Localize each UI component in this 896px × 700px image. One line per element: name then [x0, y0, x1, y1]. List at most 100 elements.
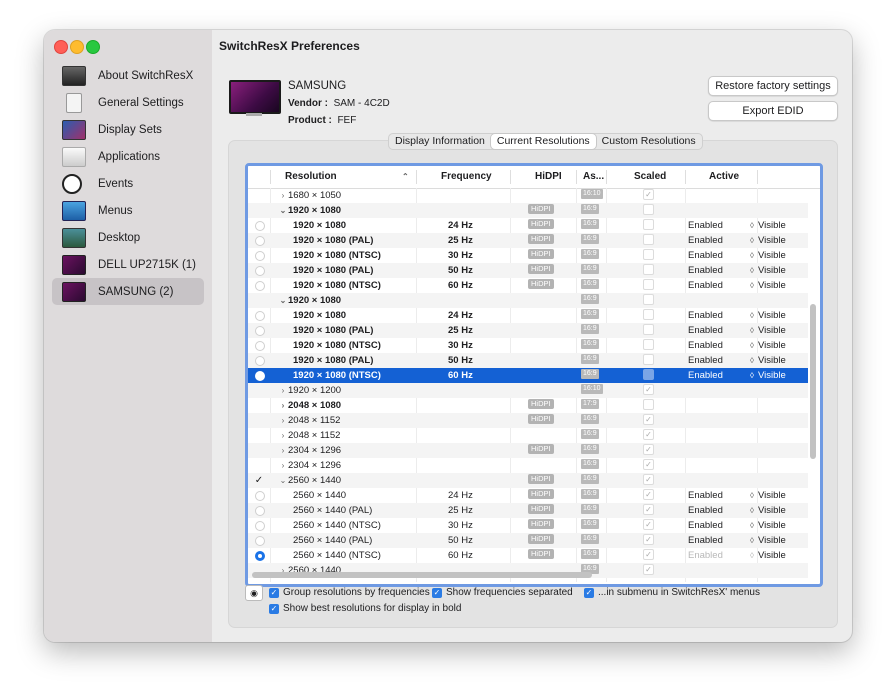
visibility-popup[interactable]: Visible	[758, 263, 786, 278]
vertical-scrollbar[interactable]	[810, 304, 816, 459]
visibility-popup[interactable]: Visible	[758, 518, 786, 533]
table-row[interactable]: › 2048 × 1152 16:9 ✓	[248, 428, 808, 443]
popup-arrows-icon[interactable]: ◊	[750, 248, 754, 263]
disclosure-triangle-icon[interactable]: ›	[278, 443, 288, 458]
checkbox-checked-icon[interactable]: ✓	[269, 587, 279, 598]
header-resolution[interactable]: Resolution	[285, 166, 337, 188]
eye-icon[interactable]: ◉	[245, 585, 263, 601]
active-popup[interactable]: Enabled	[688, 353, 756, 368]
header-hidpi[interactable]: HiDPI	[535, 166, 562, 188]
active-popup[interactable]: Enabled	[688, 503, 756, 518]
scaled-checkbox[interactable]	[643, 278, 654, 293]
zoom-window-button[interactable]	[86, 40, 100, 54]
table-row[interactable]: 1920 × 1080 (NTSC) 60 Hz 16:9 Enabled ◊ Visib…	[248, 368, 808, 383]
popup-arrows-icon[interactable]: ◊	[750, 368, 754, 383]
disclosure-triangle-icon[interactable]: ›	[278, 188, 288, 203]
popup-arrows-icon[interactable]: ◊	[750, 278, 754, 293]
active-popup[interactable]: Enabled	[688, 263, 756, 278]
active-popup[interactable]: Enabled	[688, 218, 756, 233]
scaled-checkbox[interactable]	[643, 218, 654, 233]
resolution-group-cell[interactable]: › 1920 × 1200	[278, 383, 423, 398]
active-popup[interactable]: Enabled	[688, 548, 756, 563]
close-window-button[interactable]	[54, 40, 68, 54]
table-row[interactable]: 2560 × 1440 24 Hz HiDPI 16:9 ✓ Enabled ◊ Visibl…	[248, 488, 808, 503]
scaled-checkbox[interactable]: ✓	[643, 428, 654, 443]
visibility-popup[interactable]: Visible	[758, 248, 786, 263]
table-row[interactable]: › 1680 × 1050 16:10 ✓	[248, 188, 808, 203]
table-row[interactable]: 1920 × 1080 (NTSC) 60 Hz HiDPI 16:9 Enabled ◊…	[248, 278, 808, 293]
checkbox-checked-icon[interactable]: ✓	[584, 587, 594, 598]
radio-button[interactable]	[255, 266, 265, 276]
scaled-checkbox[interactable]	[643, 263, 654, 278]
radio-button[interactable]	[255, 311, 265, 321]
resolution-group-cell[interactable]: › 2048 × 1152	[278, 428, 423, 443]
radio-button[interactable]	[255, 341, 265, 351]
resolutions-table[interactable]: Resolution ⌃ Frequency HiDPI As... Scale…	[245, 163, 823, 587]
table-row[interactable]: › 2048 × 1152 HiDPI 16:9 ✓	[248, 413, 808, 428]
table-row[interactable]: 1920 × 1080 24 Hz HiDPI 16:9 Enabled ◊ Visible	[248, 218, 808, 233]
scaled-checkbox[interactable]	[643, 203, 654, 218]
scaled-checkbox[interactable]: ✓	[643, 413, 654, 428]
popup-arrows-icon[interactable]: ◊	[750, 488, 754, 503]
table-row[interactable]: 2560 × 1440 (PAL) 25 Hz HiDPI 16:9 ✓ Enabled ◊…	[248, 503, 808, 518]
table-row[interactable]: 2560 × 1440 (PAL) 50 Hz HiDPI 16:9 ✓ Enabled ◊…	[248, 533, 808, 548]
table-row[interactable]: 1920 × 1080 (PAL) 25 Hz 16:9 Enabled ◊ Visibl…	[248, 323, 808, 338]
sidebar-item-general-settings[interactable]: General Settings	[52, 89, 204, 116]
checkbox-checked-icon[interactable]: ✓	[269, 603, 279, 614]
radio-button[interactable]	[255, 356, 265, 366]
scaled-checkbox[interactable]	[643, 338, 654, 353]
radio-button[interactable]	[255, 326, 265, 336]
visibility-popup[interactable]: Visible	[758, 368, 786, 383]
scaled-checkbox[interactable]: ✓	[643, 548, 654, 563]
scaled-checkbox[interactable]: ✓	[643, 563, 654, 578]
radio-button[interactable]	[255, 491, 265, 501]
restore-factory-settings-button[interactable]: Restore factory settings	[708, 76, 838, 96]
disclosure-triangle-icon[interactable]: ⌄	[278, 473, 288, 488]
visibility-popup[interactable]: Visible	[758, 353, 786, 368]
table-row[interactable]: › 2304 × 1296 HiDPI 16:9 ✓	[248, 443, 808, 458]
option-show-best-bold[interactable]: ✓ Show best resolutions for display in bo…	[269, 603, 461, 614]
scaled-checkbox[interactable]	[643, 233, 654, 248]
popup-arrows-icon[interactable]: ◊	[750, 353, 754, 368]
disclosure-triangle-icon[interactable]: ⌄	[278, 203, 288, 218]
scaled-checkbox[interactable]: ✓	[643, 533, 654, 548]
tab-display-information[interactable]: Display Information	[389, 134, 491, 149]
radio-button[interactable]	[255, 506, 265, 516]
resolution-group-cell[interactable]: › 2304 × 1296	[278, 458, 423, 473]
popup-arrows-icon[interactable]: ◊	[750, 323, 754, 338]
radio-button[interactable]	[255, 251, 265, 261]
radio-button[interactable]	[255, 536, 265, 546]
popup-arrows-icon[interactable]: ◊	[750, 263, 754, 278]
popup-arrows-icon[interactable]: ◊	[750, 548, 754, 563]
popup-arrows-icon[interactable]: ◊	[750, 503, 754, 518]
sidebar-item-desktop[interactable]: Desktop	[52, 224, 204, 251]
tab-custom-resolutions[interactable]: Custom Resolutions	[596, 134, 702, 149]
popup-arrows-icon[interactable]: ◊	[750, 308, 754, 323]
table-row[interactable]: › 2304 × 1296 16:9 ✓	[248, 458, 808, 473]
table-row[interactable]: ✓ ⌄ 2560 × 1440 HiDPI 16:9 ✓	[248, 473, 808, 488]
sort-ascending-icon[interactable]: ⌃	[402, 166, 409, 188]
export-edid-button[interactable]: Export EDID	[708, 101, 838, 121]
disclosure-triangle-icon[interactable]: ›	[278, 398, 288, 413]
visibility-popup[interactable]: Visible	[758, 218, 786, 233]
scaled-checkbox[interactable]	[643, 308, 654, 323]
active-popup[interactable]: Enabled	[688, 323, 756, 338]
scaled-checkbox[interactable]: ✓	[643, 443, 654, 458]
active-popup[interactable]: Enabled	[688, 488, 756, 503]
minimize-window-button[interactable]	[70, 40, 84, 54]
scaled-checkbox[interactable]	[643, 248, 654, 263]
visibility-popup[interactable]: Visible	[758, 338, 786, 353]
resolution-group-cell[interactable]: ⌄ 2560 × 1440	[278, 473, 423, 488]
table-row[interactable]: 1920 × 1080 (NTSC) 30 Hz HiDPI 16:9 Enabled ◊…	[248, 248, 808, 263]
radio-button[interactable]	[255, 521, 265, 531]
header-aspect[interactable]: As...	[583, 166, 604, 188]
option-show-frequencies-separated[interactable]: ✓ Show frequencies separated	[432, 587, 573, 598]
header-active[interactable]: Active	[709, 166, 739, 188]
sidebar-item-samsung-2[interactable]: SAMSUNG (2)	[52, 278, 204, 305]
sidebar-item-events[interactable]: Events	[52, 170, 204, 197]
header-scaled[interactable]: Scaled	[634, 166, 666, 188]
scaled-checkbox[interactable]	[643, 323, 654, 338]
option-group-by-frequencies[interactable]: ✓ Group resolutions by frequencies	[269, 587, 430, 598]
visibility-popup[interactable]: Visible	[758, 488, 786, 503]
radio-button[interactable]	[255, 281, 265, 291]
